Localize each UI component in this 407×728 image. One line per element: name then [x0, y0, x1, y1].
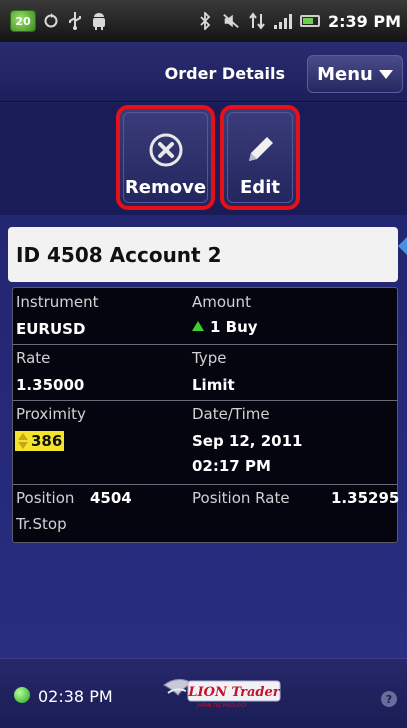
remove-button[interactable]: Remove: [116, 105, 215, 210]
page-title: Order Details: [164, 64, 285, 83]
datetime-label: Date/Time: [192, 405, 270, 423]
proximity-updown-icon: [17, 433, 29, 449]
position-rate-label: Position Rate: [192, 489, 290, 507]
detail-row-instrument: Instrument EURUSD Amount 1 Buy: [13, 288, 397, 344]
svg-text:LION Trader: LION Trader: [187, 685, 280, 700]
amount-cell: 1 Buy: [192, 318, 258, 336]
menu-button[interactable]: Menu: [307, 55, 403, 93]
menu-button-label: Menu: [317, 63, 373, 85]
amount-label: Amount: [192, 293, 251, 311]
date-value: Sep 12, 2011: [192, 432, 303, 450]
type-label: Type: [192, 349, 227, 367]
buy-arrow-icon: [192, 321, 204, 331]
connection-time: 02:38 PM: [38, 687, 113, 706]
signal-icon: [273, 13, 292, 29]
battery-icon: [299, 15, 320, 27]
notification-badge[interactable]: 20: [10, 10, 36, 32]
help-icon[interactable]: ?: [381, 691, 397, 707]
trstop-label: Tr.Stop: [16, 515, 67, 533]
time-value: 02:17 PM: [192, 457, 271, 475]
proximity-value: 386: [31, 432, 63, 450]
instrument-value: EURUSD: [16, 320, 86, 338]
position-label: Position: [16, 489, 75, 507]
proximity-label: Proximity: [16, 405, 86, 423]
sync-icon: [42, 12, 60, 30]
order-heading: ID 4508 Account 2: [8, 227, 398, 282]
panel-scroll-indicator[interactable]: [398, 237, 407, 255]
svg-text:JAPAN TECHNOLOGY: JAPAN TECHNOLOGY: [196, 703, 249, 709]
order-detail-table: Instrument EURUSD Amount 1 Buy Rate 1.35…: [12, 287, 400, 543]
status-bar: 20 2:39 PM: [0, 0, 407, 42]
position-value: 4504: [90, 489, 132, 507]
usb-icon: [66, 12, 84, 30]
remove-button-label: Remove: [124, 177, 207, 198]
data-activity-icon: [248, 12, 266, 30]
detail-row-proximity: Proximity 386 Date/Time Sep 12, 2011 02:…: [13, 400, 397, 484]
position-rate-value: 1.35295: [331, 489, 400, 507]
detail-row-rate: Rate 1.35000 Type Limit: [13, 344, 397, 400]
edit-button-label: Edit: [240, 177, 280, 198]
type-value: Limit: [192, 376, 235, 394]
connection-status-icon: [14, 687, 30, 703]
rate-value: 1.35000: [16, 376, 85, 394]
proximity-highlight: 386: [15, 431, 65, 451]
detail-row-position: Position 4504 Position Rate 1.35295 Tr.S…: [13, 484, 400, 542]
edit-button[interactable]: Edit: [220, 105, 300, 210]
amount-value: 1 Buy: [210, 318, 258, 336]
action-toolbar: Remove Edit: [0, 103, 407, 215]
order-details-panel: ID 4508 Account 2 Instrument EURUSD Amou…: [0, 215, 407, 658]
chevron-down-icon: [378, 69, 393, 79]
android-debug-icon: [90, 12, 108, 30]
status-time: 2:39 PM: [327, 11, 401, 31]
bluetooth-icon: [196, 12, 214, 30]
rate-label: Rate: [16, 349, 51, 367]
instrument-label: Instrument: [16, 293, 99, 311]
remove-icon: [149, 133, 183, 171]
silent-icon: [222, 12, 240, 30]
lion-trader-logo: LION Trader JAPAN TECHNOLOGY: [158, 675, 288, 709]
pencil-icon: [243, 133, 277, 171]
title-bar: Order Details Menu: [0, 42, 407, 102]
bottom-status-bar: 02:38 PM LION Trader JAPAN TECHNOLOGY ?: [0, 658, 407, 728]
proximity-badge: 386: [15, 431, 65, 453]
